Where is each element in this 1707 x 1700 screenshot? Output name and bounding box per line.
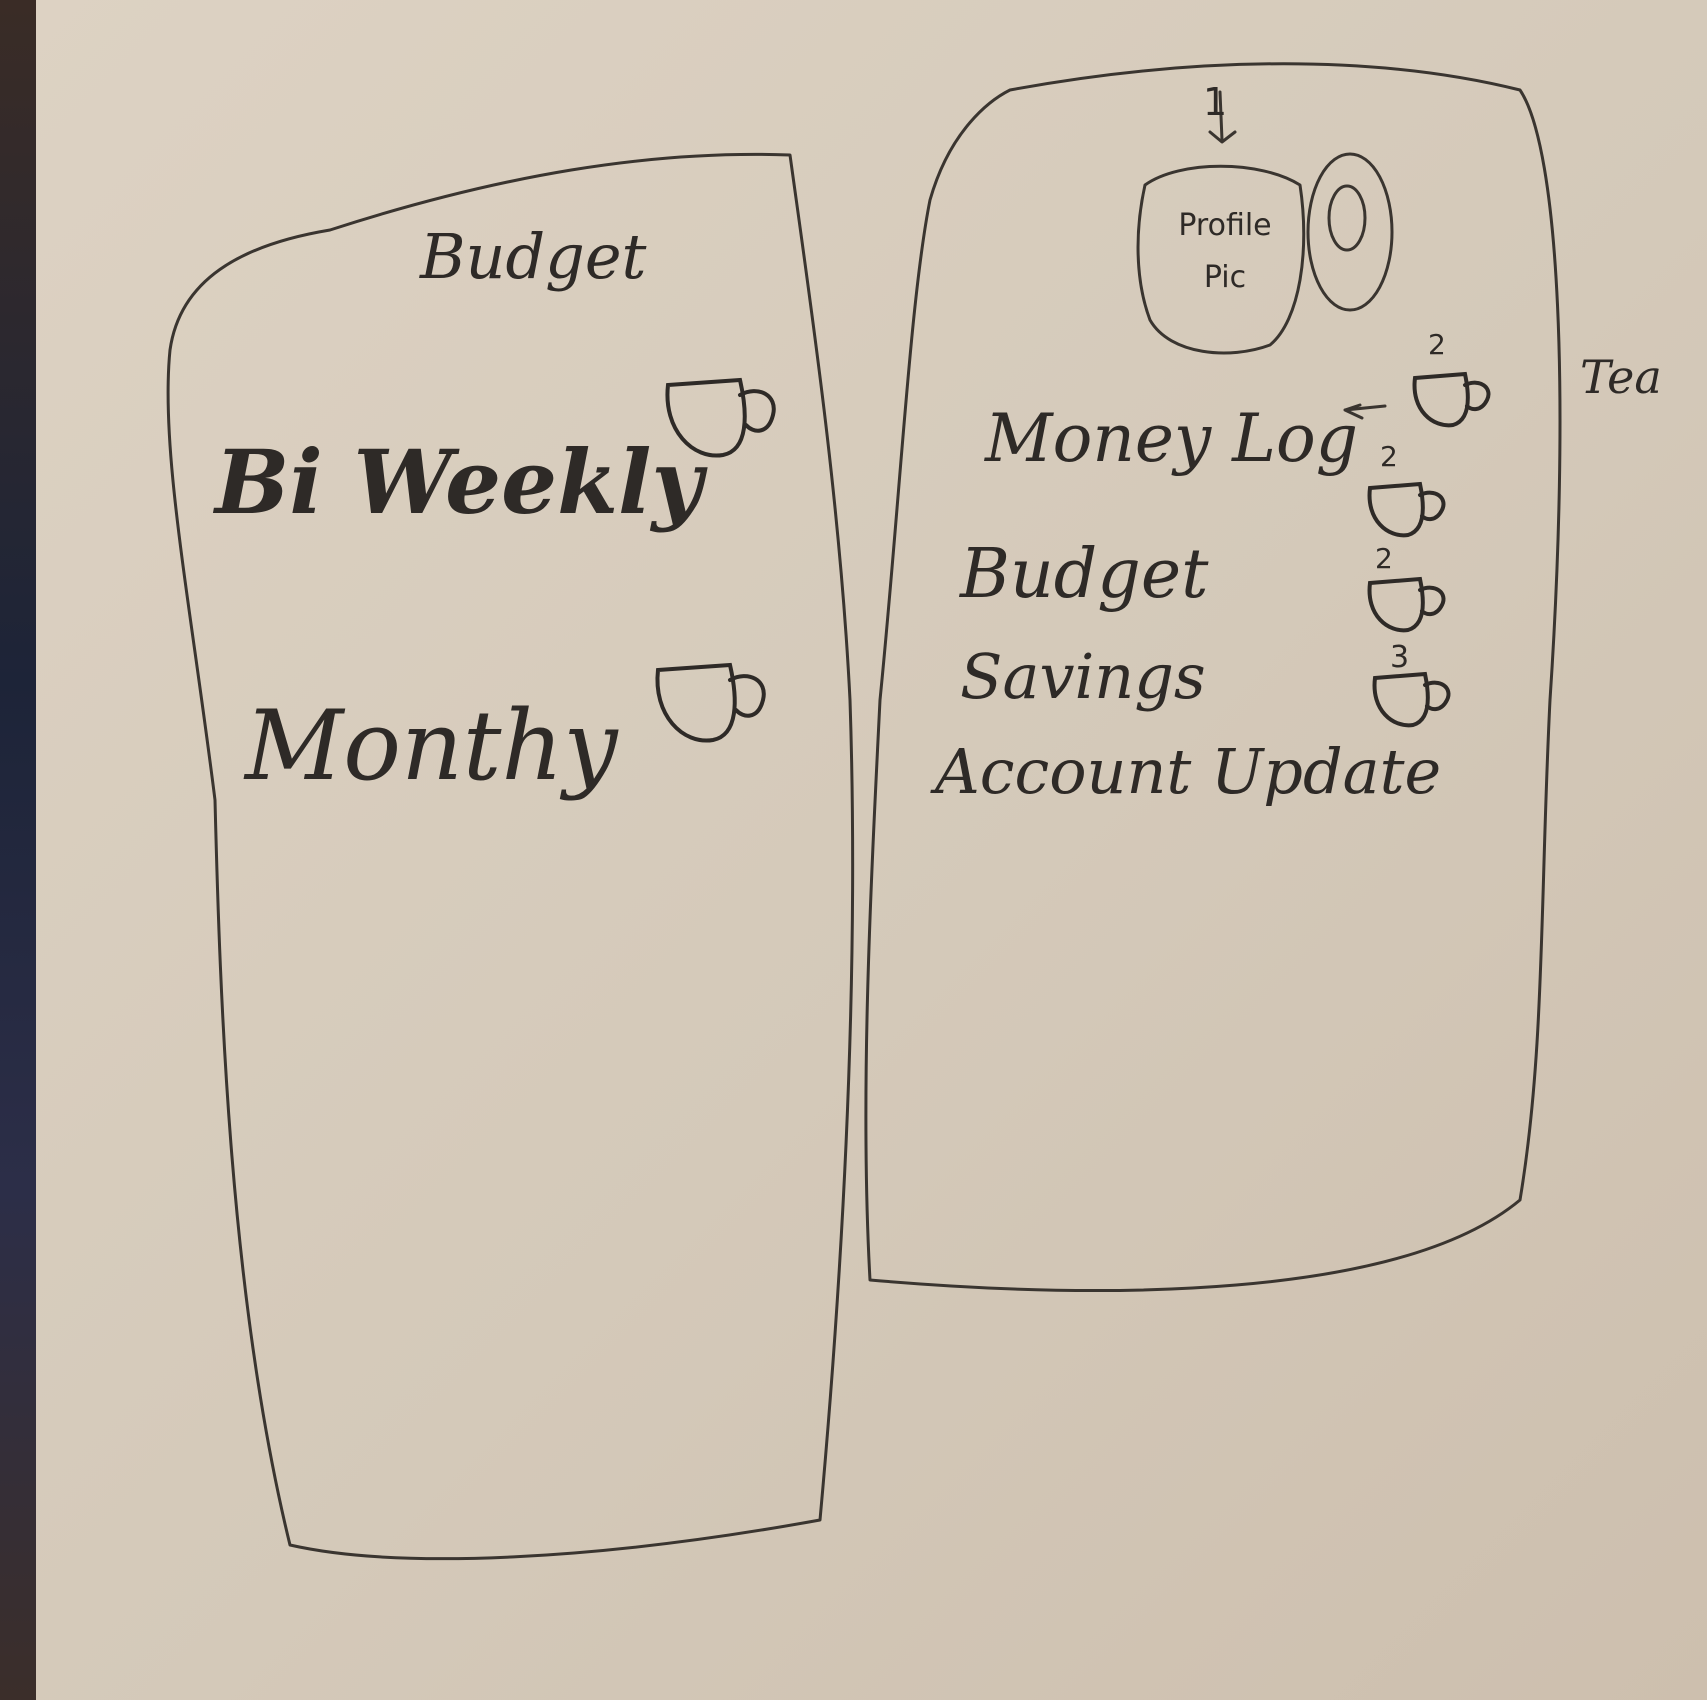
marker-money-log: 2 <box>1428 328 1446 361</box>
menu-item-budget[interactable]: Budget <box>960 535 1208 614</box>
menu-item-bi-weekly[interactable]: Bi Weekly <box>215 430 703 534</box>
mug-icon <box>1367 576 1446 633</box>
marker-savings: 2 <box>1375 542 1393 575</box>
marker-budget: 2 <box>1380 440 1398 473</box>
menu-item-money-log[interactable]: Money Log <box>985 400 1358 477</box>
left-screen-title: Budget <box>420 220 647 293</box>
menu-item-savings[interactable]: Savings <box>960 640 1206 713</box>
margin-note: Tea <box>1580 350 1662 404</box>
mug-icon <box>1412 371 1491 428</box>
arrow-marker: 1 <box>1203 80 1228 124</box>
menu-item-monthly[interactable]: Monthy <box>245 690 618 802</box>
mug-icon <box>1372 671 1451 728</box>
left-phone-frame <box>166 152 855 1561</box>
mug-icon <box>655 662 766 743</box>
camera-circle-outer <box>1306 152 1394 312</box>
menu-item-account-update[interactable]: Account Update <box>935 735 1441 808</box>
camera-circle-inner <box>1327 184 1367 252</box>
sketch-outlines <box>166 62 1562 1561</box>
marker-account-update: 3 <box>1390 640 1410 675</box>
mug-icon <box>1367 481 1446 538</box>
profile-pic-label[interactable]: Profile Pic <box>1165 200 1285 304</box>
